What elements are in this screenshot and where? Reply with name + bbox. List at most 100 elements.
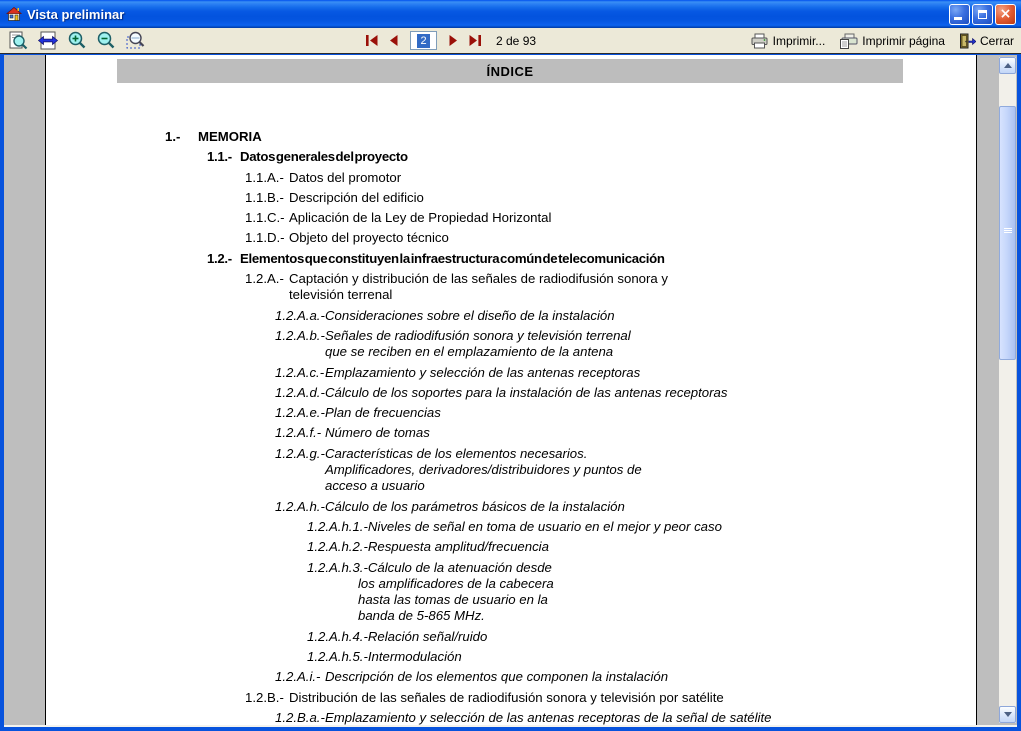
previous-page-button[interactable] (387, 33, 400, 48)
toolbar: 2 2 de 93 Imprimir... Imprimir página Ce… (0, 28, 1021, 54)
toc-entry: 1.2.A.d.-Cálculo de los soportes para la… (46, 385, 904, 401)
toc-entry-text: Descripción del edificio (289, 189, 424, 205)
scroll-up-button[interactable] (999, 57, 1016, 74)
toc-entry-number: 1.1.C.- (245, 210, 285, 226)
zoom-in-button[interactable] (66, 30, 89, 52)
toc-entry: 1.2.A.i.- Descripción de los elementos qu… (46, 669, 904, 685)
toc-entry-text: MEMORIA (198, 129, 262, 144)
chevron-up-icon (1003, 63, 1012, 68)
page-status-label: 2 de 93 (496, 33, 537, 48)
toc-entry-number: 1.2.B.a.- (275, 709, 325, 725)
print-preview-window: Vista preliminar × 2 2 de 93 Imprimir...… (0, 0, 1021, 731)
toc-entry-text: Elementos que constituyen la infraestruc… (240, 250, 665, 266)
zoom-preview-button[interactable] (6, 30, 30, 52)
toc-entry-text: Relación señal/ruido (367, 628, 488, 644)
close-preview-label: Cerrar (979, 33, 1014, 48)
toc-entry-text: Datos del promotor (289, 169, 402, 185)
document-page: ÍNDICE 1.- MEMORIA 1.1.- Datos generales d… (45, 55, 977, 725)
toc-entry-number: 1.2.A.d.- (275, 384, 325, 400)
toc-entry: 1.2.A.h.2.-Respuesta amplitud/frecuencia (46, 539, 904, 555)
toc-entry: 1.2.A.h.1.-Niveles de señal en toma de u… (46, 519, 904, 535)
toc-entry-number: 1.2.A.e.- (275, 405, 325, 421)
toc-entry: 1.2.A.a.-Consideraciones sobre el diseño… (46, 308, 904, 324)
toc-entry-number: 1.2.A.g.- (275, 445, 325, 461)
page-number-input[interactable]: 2 (410, 31, 437, 50)
scroll-down-button[interactable] (999, 706, 1016, 723)
zoom-selection-icon (126, 31, 145, 48)
toc-entry-text: Distribución de las señales de radiodifu… (289, 689, 724, 705)
scrollbar-thumb[interactable] (999, 106, 1016, 360)
next-page-icon (449, 35, 457, 46)
print-button[interactable]: Imprimir... (749, 32, 827, 50)
exit-door-icon (959, 33, 976, 48)
zoom-out-icon (97, 31, 115, 48)
toc-entry-number: 1.2.A.c.- (275, 364, 325, 380)
toc-entry: 1.1.B.- Descripción del edificio (46, 190, 904, 206)
toc-entry-text: Consideraciones sobre el diseño de la in… (325, 307, 615, 323)
fit-width-icon (37, 31, 59, 49)
print-page-button[interactable]: Imprimir página (838, 32, 946, 50)
close-icon: × (999, 6, 1012, 22)
toc-entry-number: 1.2.A.h.1.- (307, 518, 368, 534)
toc-entry-text: Objeto del proyecto técnico (289, 230, 449, 246)
toc-entry-number: 1.2.A.b.- (275, 327, 325, 343)
toc-entry-number: 1.1.B.- (245, 189, 284, 205)
toc-entry-number: 1.2.A.h.- (275, 498, 325, 514)
close-window-button[interactable]: × (995, 3, 1016, 25)
toc-entry-text: Cálculo de la atenuación desde los ampli… (358, 559, 554, 624)
last-page-button[interactable] (467, 33, 483, 48)
toc-entry-number: 1.2.A.h.4.- (307, 628, 368, 644)
toc-entry-text: Emplazamiento y selección de las antenas… (325, 364, 641, 380)
page-number-value: 2 (417, 33, 430, 48)
toc-entry: 1.1.D.- Objeto del proyecto técnico (46, 230, 904, 246)
zoom-in-icon (68, 31, 86, 48)
page-navigation: 2 2 de 93 (364, 28, 536, 53)
scrollbar-grip-icon (1004, 228, 1012, 234)
toc-entry: 1.2.B.- Distribución de las señales de ra… (46, 690, 904, 706)
index-header-bar: ÍNDICE (117, 59, 903, 83)
toc-entry: 1.2.- Elementos que constituyen la infrae… (46, 251, 904, 267)
toc-entry: 1.2.A.b.-Señales de radiodifusión sonora… (46, 328, 631, 361)
page-magnifier-icon (9, 31, 28, 49)
fit-width-button[interactable] (36, 30, 60, 52)
maximize-button[interactable] (972, 3, 993, 25)
first-page-button[interactable] (364, 33, 380, 48)
chevron-down-icon (1003, 712, 1012, 717)
toc-entry: 1.2.A.- Captación y distribución de las s… (46, 271, 676, 304)
toc-entry: 1.2.B.a.-Emplazamiento y selección de la… (46, 709, 904, 725)
toc-entry-text: Plan de frecuencias (325, 405, 441, 421)
printer-page-icon (840, 33, 858, 49)
minimize-button[interactable] (949, 3, 970, 25)
toc-entry-text: Respuesta amplitud/frecuencia (367, 539, 549, 555)
toc-entry-text: Intermodulación (367, 649, 462, 665)
titlebar[interactable]: Vista preliminar × (0, 0, 1021, 28)
toc-entry-number: 1.2.B.- (245, 689, 284, 705)
toc-entry-text: Emplazamiento y selección de las antenas… (325, 709, 772, 725)
toc-entry-text: Cálculo de los soportes para la instalac… (325, 384, 728, 400)
toc-entry-text: Aplicación de la Ley de Propiedad Horizo… (289, 210, 552, 226)
vertical-scrollbar[interactable] (999, 57, 1016, 723)
toc-entry-number: 1.2.A.i.- (275, 669, 321, 685)
toc-entry: 1.2.A.g.-Características de los elemento… (46, 446, 646, 495)
toc-entry: 1.2.A.h.5.-Intermodulación (46, 649, 904, 665)
toc-entry: 1.2.A.f.- Número de tomas (46, 425, 904, 441)
next-page-button[interactable] (447, 33, 460, 48)
toc-entry-text: Señales de radiodifusión sonora y televi… (325, 327, 631, 360)
toc-entry: 1.- MEMORIA (46, 129, 904, 145)
window-title: Vista preliminar (27, 6, 125, 22)
toc-entry-text: Niveles de señal en toma de usuario en e… (367, 518, 722, 534)
toc-entry-number: 1.2.A.h.5.- (307, 649, 368, 665)
toc-entry: 1.1.A.- Datos del promotor (46, 170, 904, 186)
zoom-out-button[interactable] (95, 30, 118, 52)
toc-entry-number: 1.1.- (207, 149, 232, 165)
toc-entry: 1.2.A.h.3.-Cálculo de la atenuación desd… (46, 560, 561, 625)
toc-entry-number: 1.2.A.h.3.- (307, 559, 368, 575)
toc-entry: 1.2.A.h.4.-Relación señal/ruido (46, 629, 904, 645)
first-page-icon (366, 35, 378, 46)
printer-icon (751, 33, 768, 48)
toc-entry-number: 1.2.A.- (245, 271, 284, 287)
zoom-selection-button[interactable] (124, 30, 149, 52)
print-page-button-label: Imprimir página (862, 33, 945, 48)
close-preview-button[interactable]: Cerrar (958, 32, 1015, 50)
house-app-icon (5, 6, 23, 21)
